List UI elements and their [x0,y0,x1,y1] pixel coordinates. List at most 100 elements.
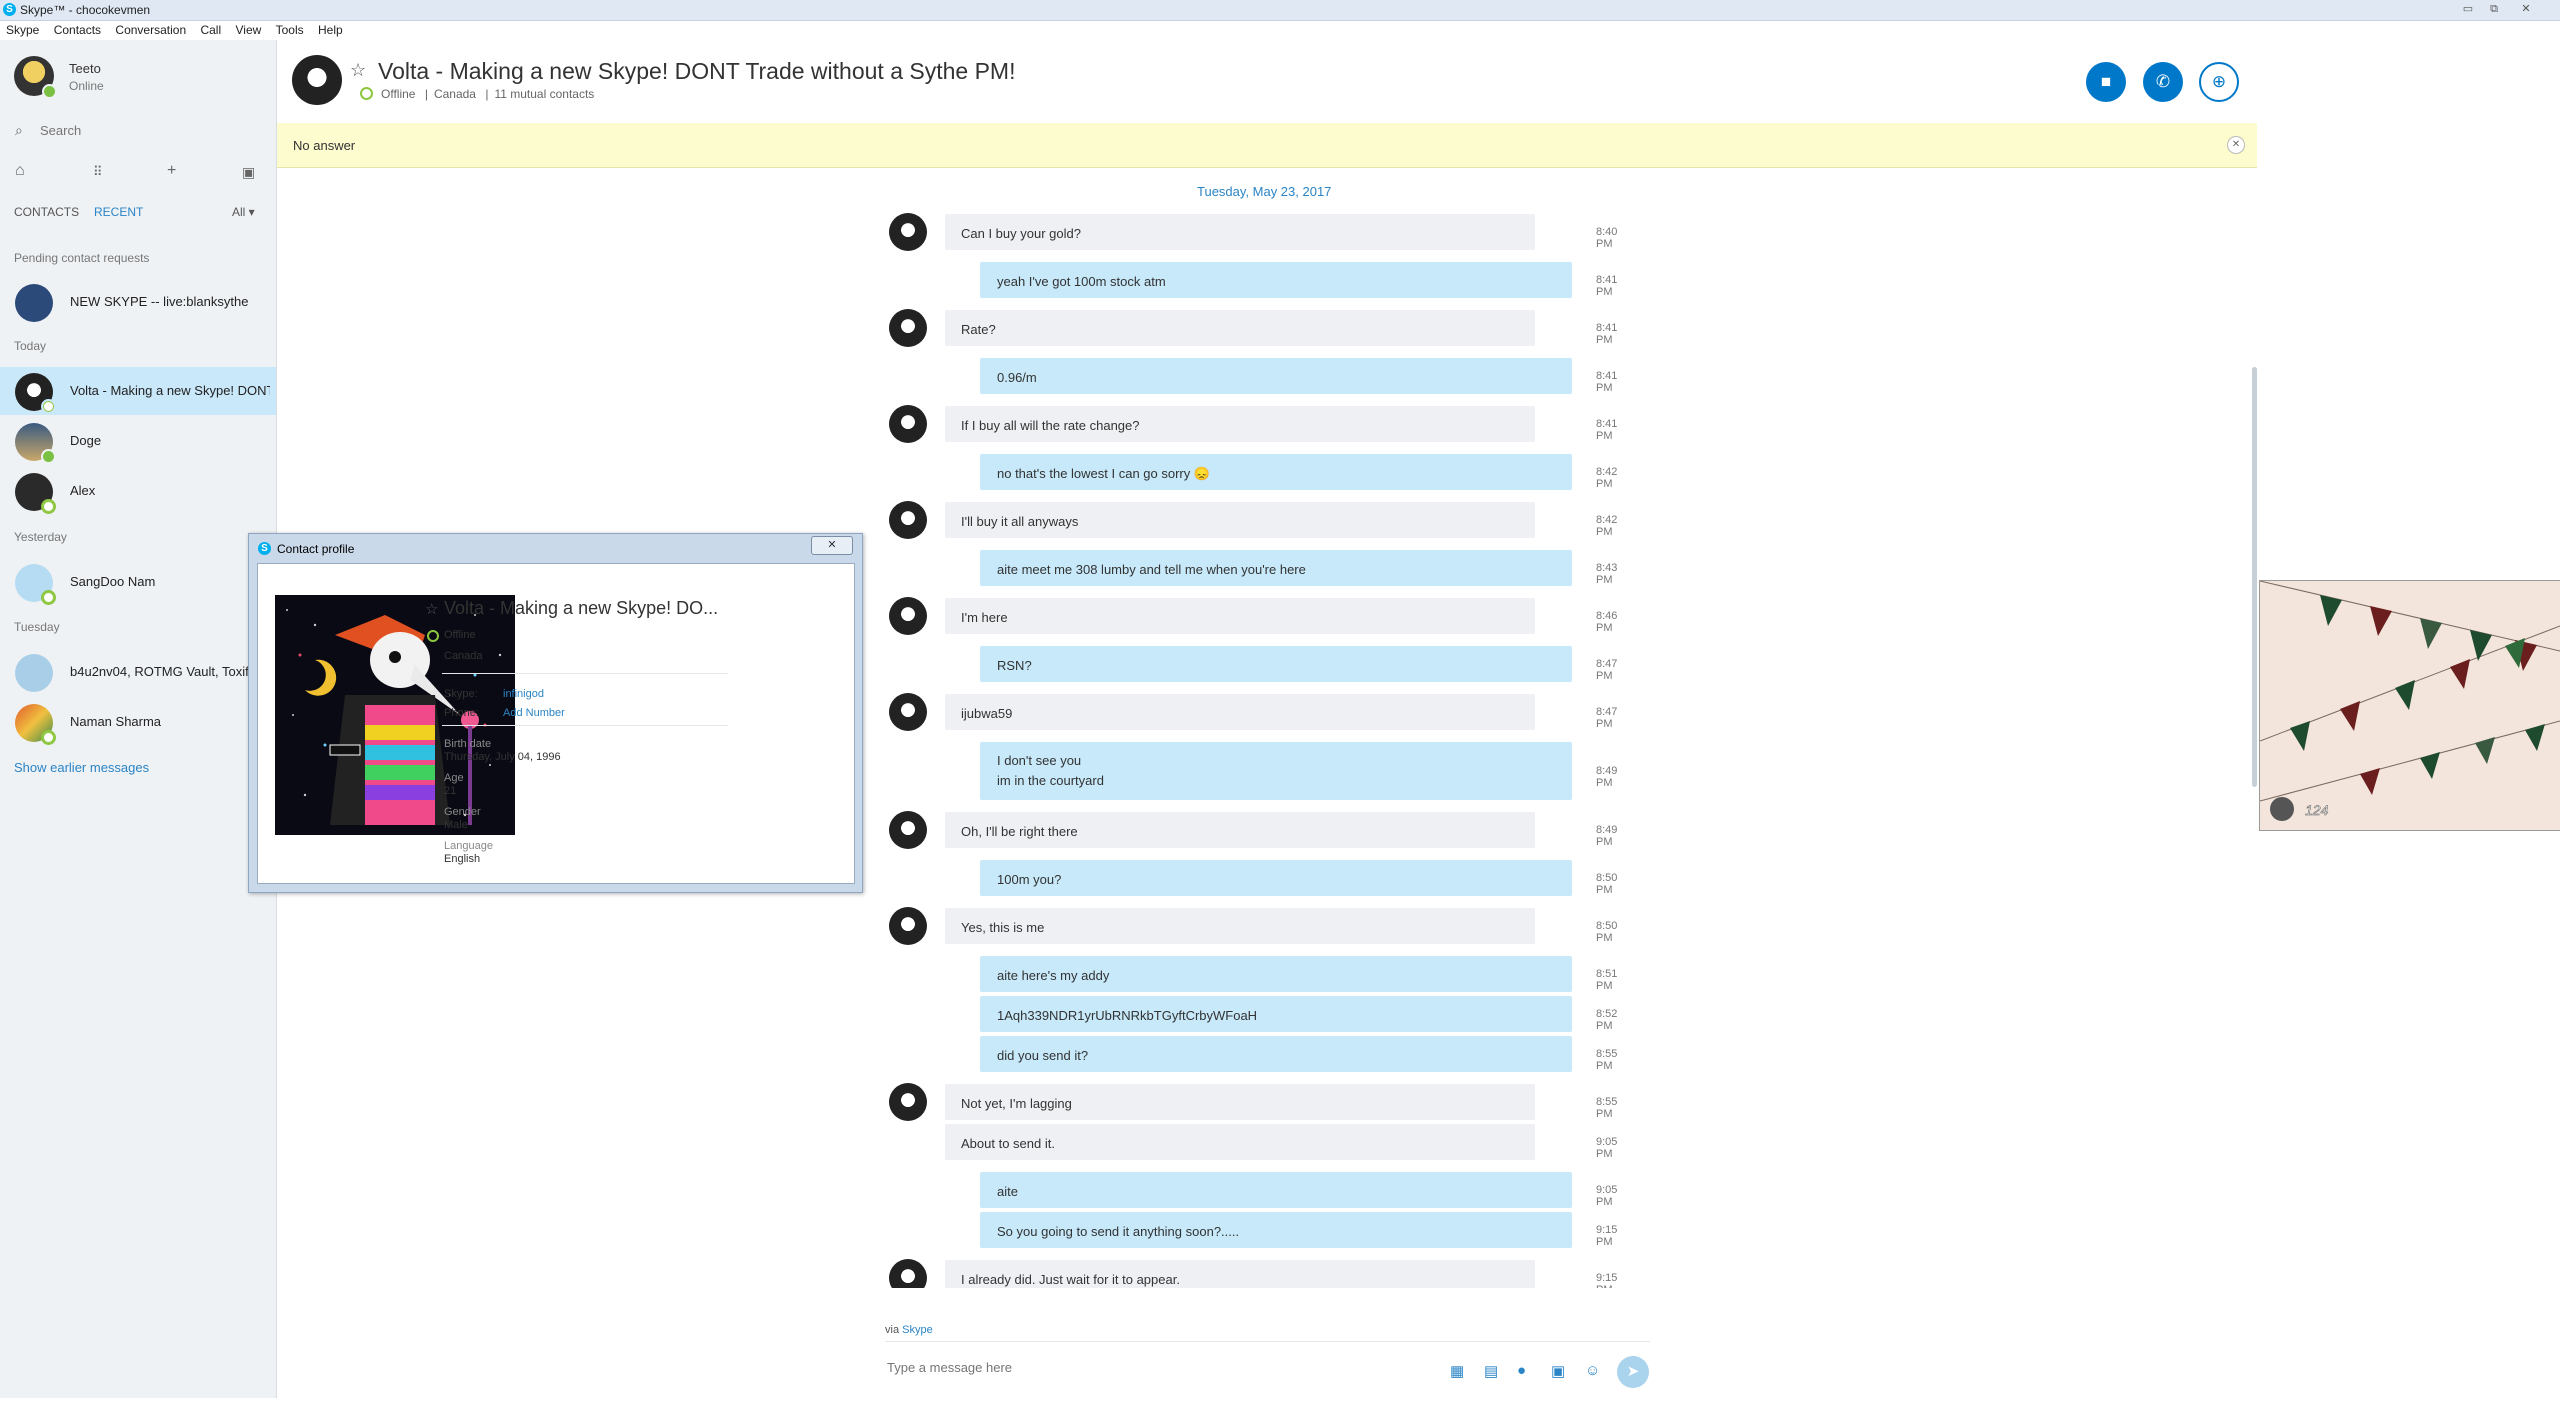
video-call-button[interactable]: ■ [2086,62,2126,102]
menu-conversation[interactable]: Conversation [109,21,191,37]
outgoing-message[interactable]: 1Aqh339NDR1yrUbRNRkbTGyftCrbyWFoaH [980,996,1572,1032]
sender-avatar[interactable] [889,597,927,635]
chat-subtitle: Offline | Canada | 11 mutual contacts [360,87,594,101]
sender-avatar[interactable] [889,213,927,251]
message-timestamp: 8:51 PM [1596,968,1618,992]
incoming-message[interactable]: I'll buy it all anyways [945,502,1535,538]
sender-avatar[interactable] [889,501,927,539]
menu-call[interactable]: Call [194,21,226,37]
outgoing-message[interactable]: 100m you? [980,860,1572,896]
contact-item[interactable]: SangDoo Nam [0,558,276,606]
menu-tools[interactable]: Tools [270,21,309,37]
title-bar: S Skype™ - chocokevmen ▭ ⧉ ✕ [0,0,2560,21]
skype-name-link[interactable]: infinigod [503,688,544,700]
restore-button[interactable]: ⧉ [2483,2,2505,16]
tab-recent[interactable]: RECENT [94,205,143,219]
via-skype-link[interactable]: Skype [902,1324,933,1336]
tab-contacts[interactable]: CONTACTS [14,205,79,219]
my-name[interactable]: Teeto [69,61,101,76]
video-preview[interactable]: 124 [2259,580,2560,831]
sender-avatar[interactable] [889,405,927,443]
outgoing-message[interactable]: aite meet me 308 lumby and tell me when … [980,550,1572,586]
search-input[interactable] [38,122,262,139]
phone-label: Phone: [444,707,479,719]
outgoing-message[interactable]: yeah I've got 100m stock atm [980,262,1572,298]
emoticon-icon[interactable]: ☺ [1585,1362,1600,1379]
incoming-message[interactable]: I'm here [945,598,1535,634]
favorite-star-icon[interactable]: ☆ [350,60,366,81]
incoming-message[interactable]: Oh, I'll be right there [945,812,1535,848]
divider [442,673,728,674]
add-people-button[interactable]: ⊕ [2199,62,2239,102]
sender-avatar[interactable] [889,907,927,945]
minimize-button[interactable]: ▭ [2457,2,2479,16]
outgoing-message[interactable]: aite [980,1172,1572,1208]
contact-item[interactable]: Doge [0,417,276,465]
send-file-icon[interactable]: ▤ [1484,1362,1498,1380]
dismiss-notice-button[interactable]: ✕ [2227,136,2245,154]
sender-avatar[interactable] [889,693,927,731]
incoming-message[interactable]: Rate? [945,310,1535,346]
message-timestamp: 8:52 PM [1596,1008,1618,1032]
close-window-button[interactable]: ✕ [2515,2,2537,16]
incoming-message[interactable]: Can I buy your gold? [945,214,1535,250]
send-contacts-icon[interactable]: ▣ [1551,1362,1565,1380]
chat-location: Canada [433,87,476,101]
outgoing-message[interactable]: I don't see you im in the courtyard [980,742,1572,800]
message-text: RSN? [997,658,1032,673]
message-timestamp: 8:41 PM [1596,370,1618,394]
sender-avatar[interactable] [889,309,927,347]
outgoing-message[interactable]: did you send it? [980,1036,1572,1072]
outgoing-message[interactable]: no that's the lowest I can go sorry 😞 [980,454,1572,490]
incoming-message[interactable]: About to send it. [945,1124,1535,1160]
menu-help[interactable]: Help [312,21,348,37]
send-button[interactable]: ➤ [1617,1356,1649,1388]
outgoing-message[interactable]: So you going to send it anything soon?..… [980,1212,1572,1248]
message-timestamp: 8:41 PM [1596,418,1618,442]
incoming-message[interactable]: Yes, this is me [945,908,1535,944]
menu-contacts[interactable]: Contacts [48,21,106,37]
chat-avatar[interactable] [292,55,342,105]
outgoing-message[interactable]: RSN? [980,646,1572,682]
menu-skype[interactable]: Skype [0,21,44,37]
favorite-star-icon[interactable]: ☆ [425,600,438,618]
show-earlier-link[interactable]: Show earlier messages [14,760,149,775]
video-message-icon[interactable]: ● [1517,1362,1526,1379]
contact-item[interactable]: Alex [0,467,276,515]
contact-avatar [15,704,56,745]
dialog-close-button[interactable]: ✕ [811,536,853,555]
home-icon[interactable]: ⌂ [15,162,25,180]
contact-item[interactable]: Naman Sharma [0,698,276,746]
message-timestamp: 8:42 PM [1596,514,1618,538]
contact-item[interactable]: NEW SKYPE -- live:blanksythe [0,278,276,326]
contact-item[interactable]: b4u2nv04, ROTMG Vault, Toxif [0,648,276,696]
filter-dropdown[interactable]: All ▾ [232,205,255,219]
incoming-message[interactable]: If I buy all will the rate change? [945,406,1535,442]
mutual-contacts-link[interactable]: 11 mutual contacts [494,87,594,101]
scrollbar-thumb[interactable] [2252,367,2257,787]
skype-logo-icon: S [3,3,16,16]
my-avatar[interactable] [14,56,57,99]
my-status[interactable]: Online [69,79,104,93]
outgoing-message[interactable]: aite here's my addy [980,956,1572,992]
sender-avatar[interactable] [889,811,927,849]
chat-title[interactable]: Volta - Making a new Skype! DONT Trade w… [378,58,1015,85]
message-input[interactable] [885,1359,1409,1376]
incoming-message[interactable]: Not yet, I'm lagging [945,1084,1535,1120]
menu-view[interactable]: View [229,21,266,37]
message-text: I don't see you [997,753,1082,768]
new-group-icon[interactable]: ▣ [242,164,255,181]
contact-item-selected[interactable]: Volta - Making a new Skype! DONT Trade w… [0,367,276,415]
incoming-message[interactable]: ijubwa59 [945,694,1535,730]
media-bar-icon[interactable]: ▦ [1450,1362,1464,1380]
message-text: About to send it. [961,1136,1055,1151]
outgoing-message[interactable]: 0.96/m [980,358,1572,394]
contact-avatar [15,373,56,414]
sender-avatar[interactable] [889,1083,927,1121]
dialpad-icon[interactable]: ⠿ [93,164,103,180]
message-timestamp: 8:47 PM [1596,706,1618,730]
add-number-link[interactable]: Add Number [503,707,565,719]
add-icon[interactable]: + [167,162,176,180]
message-text: If I buy all will the rate change? [961,418,1140,433]
call-button[interactable]: ✆ [2143,62,2183,102]
